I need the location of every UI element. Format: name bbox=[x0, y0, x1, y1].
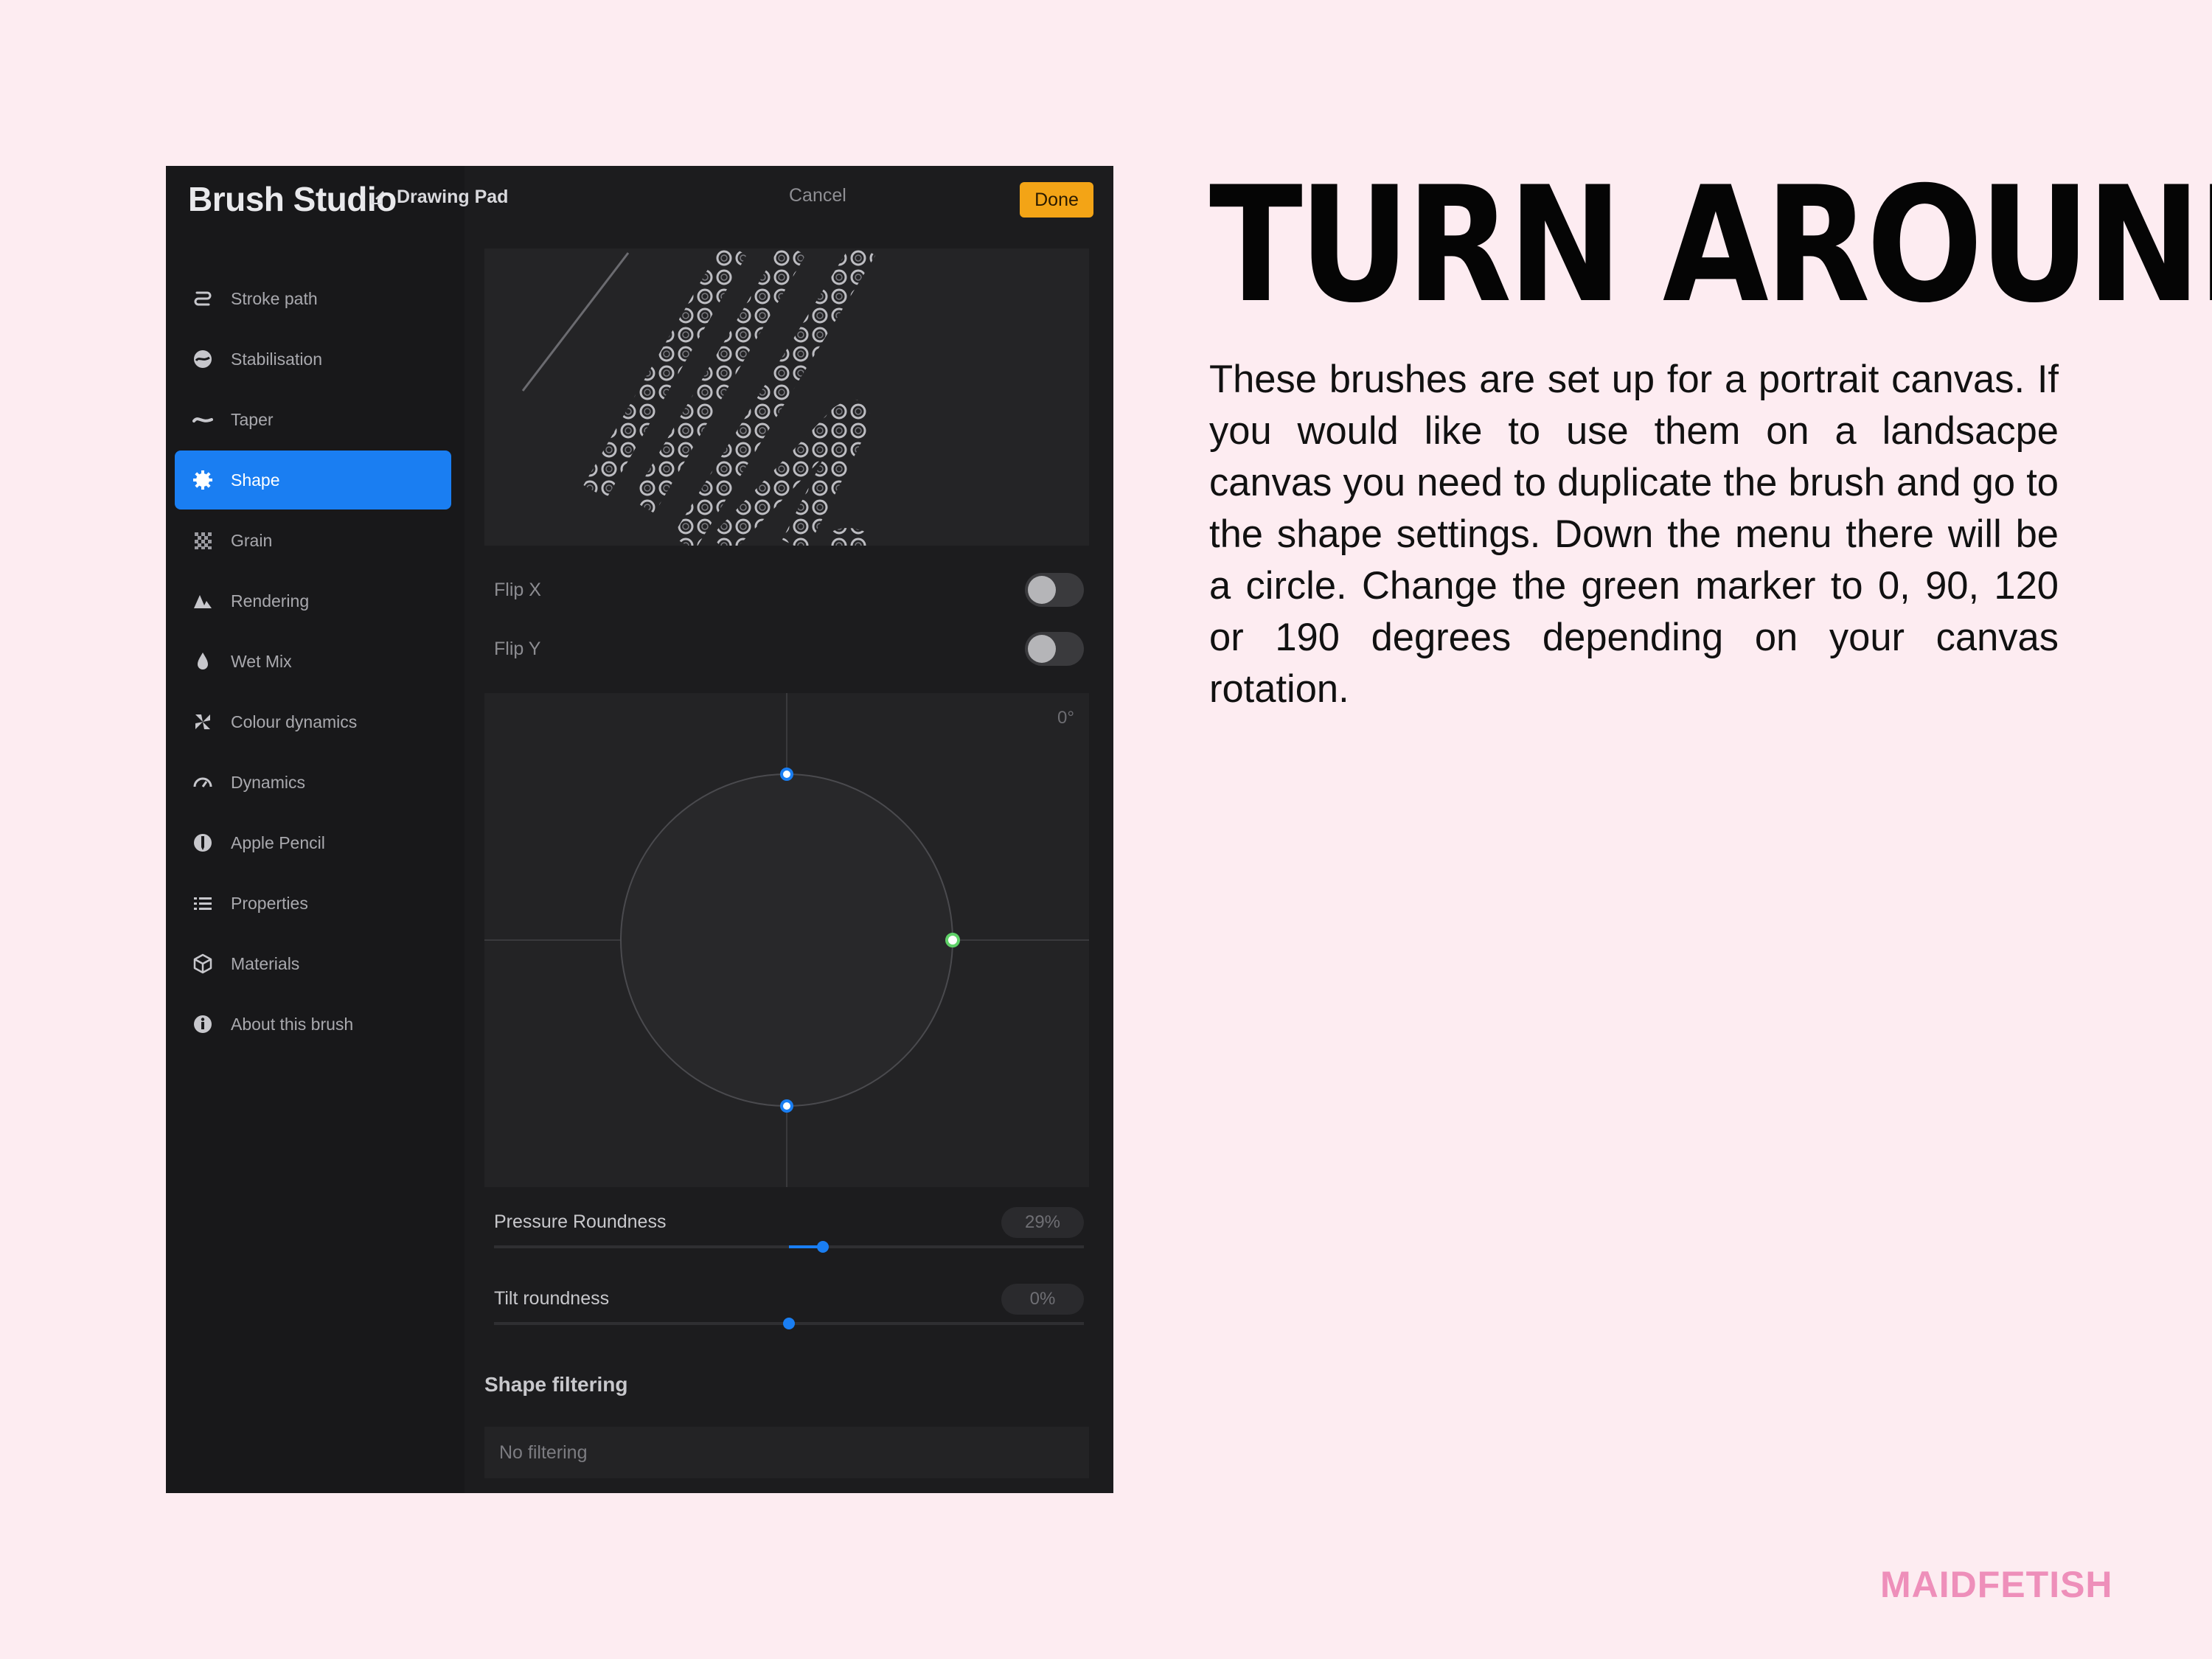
flip-x-row: Flip X bbox=[494, 568, 1084, 612]
shape-filtering-value: No filtering bbox=[499, 1441, 588, 1463]
drawing-pad-button[interactable]: Drawing Pad bbox=[369, 187, 508, 208]
sidebar-item-label: Stabilisation bbox=[231, 349, 323, 369]
tilt-roundness-value[interactable]: 0% bbox=[1001, 1284, 1084, 1315]
brush-studio-screenshot: Brush Studio Stroke path Stabilisation T… bbox=[166, 166, 1113, 1493]
sidebar-item-label: Grain bbox=[231, 530, 273, 550]
pressure-roundness-slider[interactable] bbox=[494, 1241, 1084, 1253]
taper-icon bbox=[192, 409, 213, 430]
sidebar-item-wet-mix[interactable]: Wet Mix bbox=[175, 632, 451, 691]
top-roundness-handle bbox=[780, 768, 793, 781]
shape-rotation-pad[interactable]: 0° bbox=[484, 693, 1089, 1187]
done-button[interactable]: Done bbox=[1020, 182, 1093, 218]
rotation-graph bbox=[484, 693, 1089, 1187]
instructions-paragraph: These brushes are set up for a portrait … bbox=[1209, 358, 2059, 711]
sidebar-title: Brush Studio bbox=[188, 180, 397, 218]
sidebar-item-colour-dynamics[interactable]: Colour dynamics bbox=[175, 692, 451, 751]
tilt-roundness-label: Tilt roundness bbox=[494, 1288, 610, 1309]
apple-pencil-icon bbox=[192, 832, 213, 853]
shape-filtering-title: Shape filtering bbox=[484, 1373, 628, 1396]
sidebar-item-label: Shape bbox=[231, 470, 280, 490]
sidebar-item-label: Colour dynamics bbox=[231, 712, 358, 731]
pressure-roundness-label: Pressure Roundness bbox=[494, 1211, 667, 1232]
shape-filtering-option[interactable]: No filtering bbox=[484, 1427, 1089, 1478]
grain-icon bbox=[192, 530, 213, 551]
tilt-roundness-slider-row: Tilt roundness 0% bbox=[494, 1284, 1084, 1329]
sidebar-item-taper[interactable]: Taper bbox=[175, 390, 451, 449]
toggle-knob bbox=[1028, 576, 1056, 604]
flip-x-label: Flip X bbox=[494, 579, 541, 600]
wet-mix-drop-icon bbox=[192, 651, 213, 672]
sidebar-item-properties[interactable]: Properties bbox=[175, 874, 451, 933]
flip-y-label: Flip Y bbox=[494, 638, 541, 659]
sidebar-item-label: Materials bbox=[231, 953, 300, 973]
brush-studio-sidebar: Brush Studio Stroke path Stabilisation T… bbox=[166, 166, 461, 1493]
cancel-button[interactable]: Cancel bbox=[789, 185, 846, 206]
tilt-roundness-slider[interactable] bbox=[494, 1318, 1084, 1329]
properties-list-icon bbox=[192, 893, 213, 914]
toggle-knob bbox=[1028, 635, 1056, 663]
sidebar-item-stroke-path[interactable]: Stroke path bbox=[175, 269, 451, 328]
pressure-roundness-value[interactable]: 29% bbox=[1001, 1207, 1084, 1238]
sidebar-item-rendering[interactable]: Rendering bbox=[175, 571, 451, 630]
sidebar-item-label: Wet Mix bbox=[231, 651, 292, 671]
sidebar-item-label: Properties bbox=[231, 893, 308, 913]
rotation-angle-readout: 0° bbox=[1057, 708, 1074, 728]
chain-stroke-preview bbox=[521, 241, 876, 556]
bottom-roundness-handle bbox=[780, 1099, 793, 1113]
page-headline: TURN AROUND bbox=[1209, 153, 2212, 338]
sidebar-item-label: Stroke path bbox=[231, 288, 318, 308]
sidebar-item-apple-pencil[interactable]: Apple Pencil bbox=[175, 813, 451, 872]
sidebar-item-label: Apple Pencil bbox=[231, 832, 325, 852]
info-icon bbox=[192, 1014, 213, 1034]
rendering-icon bbox=[192, 591, 213, 611]
stroke-path-icon bbox=[192, 288, 213, 309]
shape-gear-icon bbox=[192, 470, 213, 490]
flip-x-toggle[interactable] bbox=[1025, 573, 1084, 607]
colour-dynamics-icon bbox=[192, 712, 213, 732]
flip-y-toggle[interactable] bbox=[1025, 632, 1084, 666]
edit-icon bbox=[371, 190, 384, 204]
sidebar-item-label: About this brush bbox=[231, 1014, 354, 1034]
brand-logo-text: MAIDFETISH bbox=[1880, 1564, 2113, 1605]
sidebar-item-label: Taper bbox=[231, 409, 274, 429]
sidebar-item-stabilisation[interactable]: Stabilisation bbox=[175, 330, 451, 389]
flip-y-row: Flip Y bbox=[494, 627, 1084, 671]
sidebar-item-label: Dynamics bbox=[231, 772, 305, 792]
dynamics-gauge-icon bbox=[192, 772, 213, 793]
sidebar-item-label: Rendering bbox=[231, 591, 310, 611]
stabilisation-icon bbox=[192, 349, 213, 369]
sidebar-item-grain[interactable]: Grain bbox=[175, 511, 451, 570]
drawing-pad-label: Drawing Pad bbox=[397, 187, 509, 207]
sidebar-item-shape[interactable]: Shape bbox=[175, 451, 451, 509]
pressure-roundness-slider-row: Pressure Roundness 29% bbox=[494, 1207, 1084, 1253]
sidebar-item-about-this-brush[interactable]: About this brush bbox=[175, 995, 451, 1054]
slider-thumb[interactable] bbox=[783, 1318, 795, 1329]
rotation-marker-green bbox=[945, 933, 960, 947]
drawing-pad-preview[interactable] bbox=[484, 241, 1089, 556]
materials-cube-icon bbox=[192, 953, 213, 974]
sidebar-item-dynamics[interactable]: Dynamics bbox=[175, 753, 451, 812]
sidebar-item-materials[interactable]: Materials bbox=[175, 934, 451, 993]
